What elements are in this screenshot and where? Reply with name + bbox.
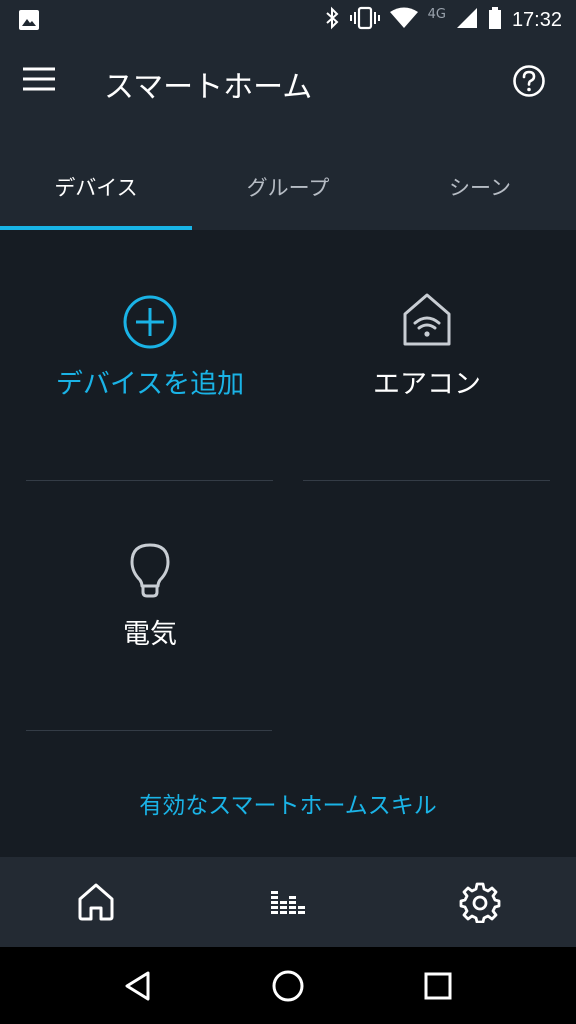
menu-button[interactable] <box>22 66 62 98</box>
system-recents-button[interactable] <box>416 964 460 1008</box>
device-tile-lights[interactable]: 電気 <box>26 480 274 730</box>
clock: 17:32 <box>511 8 562 31</box>
network-type: 4G <box>427 6 446 22</box>
bluetooth-icon <box>324 6 340 34</box>
hamburger-menu-icon <box>23 67 55 91</box>
system-nav-bar <box>0 947 576 1024</box>
lightbulb-icon <box>128 542 172 604</box>
page-title: スマートホーム <box>104 70 313 105</box>
smart-home-skills-link[interactable]: 有効なスマートホームスキル <box>0 786 576 820</box>
gear-icon <box>459 882 501 923</box>
help-icon <box>513 65 545 97</box>
image-notification-icon <box>18 9 40 35</box>
wifi-icon <box>389 7 418 33</box>
bottom-nav <box>0 857 576 947</box>
device-label: エアコン <box>373 369 481 400</box>
add-device-label: デバイスを追加 <box>55 369 245 400</box>
recents-icon <box>424 972 452 999</box>
tab-bar: デバイス グループ シーン <box>0 124 576 230</box>
device-tile-aircon[interactable]: エアコン <box>303 230 551 480</box>
back-icon <box>125 971 150 1000</box>
device-label: 電気 <box>123 619 177 650</box>
home-circle-icon <box>272 970 304 1001</box>
equalizer-icon <box>271 891 305 914</box>
system-home-button[interactable] <box>266 964 310 1008</box>
vibrate-icon <box>349 6 380 34</box>
divider <box>303 480 550 481</box>
tab-groups[interactable]: グループ <box>192 124 384 230</box>
add-circle-icon <box>122 294 178 354</box>
status-bar: 4G 17:32 <box>0 0 576 40</box>
app-bar: スマートホーム <box>0 40 576 124</box>
signal-icon <box>456 7 478 33</box>
divider <box>26 730 272 731</box>
wifi-home-icon <box>401 292 453 352</box>
add-device-tile[interactable]: デバイスを追加 <box>26 230 274 480</box>
system-back-button[interactable] <box>116 964 160 1008</box>
home-icon <box>78 883 114 921</box>
nav-play[interactable] <box>192 857 384 947</box>
tab-scenes[interactable]: シーン <box>384 124 576 230</box>
tab-devices[interactable]: デバイス <box>0 124 192 230</box>
help-button[interactable] <box>512 64 548 100</box>
nav-settings[interactable] <box>384 857 576 947</box>
battery-icon <box>488 6 502 34</box>
nav-home[interactable] <box>0 857 192 947</box>
